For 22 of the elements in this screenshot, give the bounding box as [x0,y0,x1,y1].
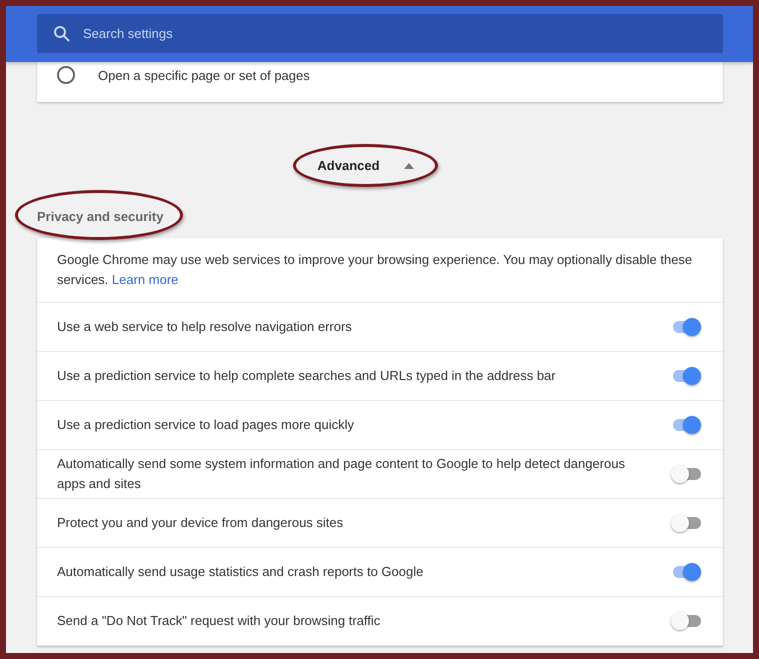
toggle-switch[interactable] [671,464,701,484]
learn-more-link[interactable]: Learn more [112,272,178,287]
setting-label: Automatically send usage statistics and crash reports to Google [57,563,424,581]
setting-label: Protect you and your device from dangerous sites [57,514,344,532]
toggle-switch[interactable] [671,415,701,435]
section-title: Privacy and security [37,209,164,224]
toggle-switch[interactable] [671,611,701,631]
toggle-switch[interactable] [671,317,701,337]
radio-label: Open a specific page or set of pages [98,68,310,82]
toggle-switch[interactable] [671,513,701,533]
toggle-switch[interactable] [671,562,701,582]
toggle-switch[interactable] [671,366,701,386]
intro-text: Google Chrome may use web services to improve your browsing experience. You may optionally disable these services. Learn more [57,251,694,289]
setting-label: Automatically send some system information and page content to Google to help detect dangerous apps and sites [57,455,626,493]
search-field[interactable]: Search settings [37,14,723,53]
setting-label: Use a prediction service to help complete searches and URLs typed in the address bar [57,367,556,385]
advanced-button[interactable]: Advanced [309,151,422,180]
setting-label: Send a "Do Not Track" request with your browsing traffic [57,612,380,630]
radio-button[interactable] [57,66,75,84]
setting-label: Use a prediction service to load pages more quickly [57,416,354,434]
setting-label: Use a web service to help resolve navigation errors [57,318,352,336]
caret-icon [404,162,414,168]
